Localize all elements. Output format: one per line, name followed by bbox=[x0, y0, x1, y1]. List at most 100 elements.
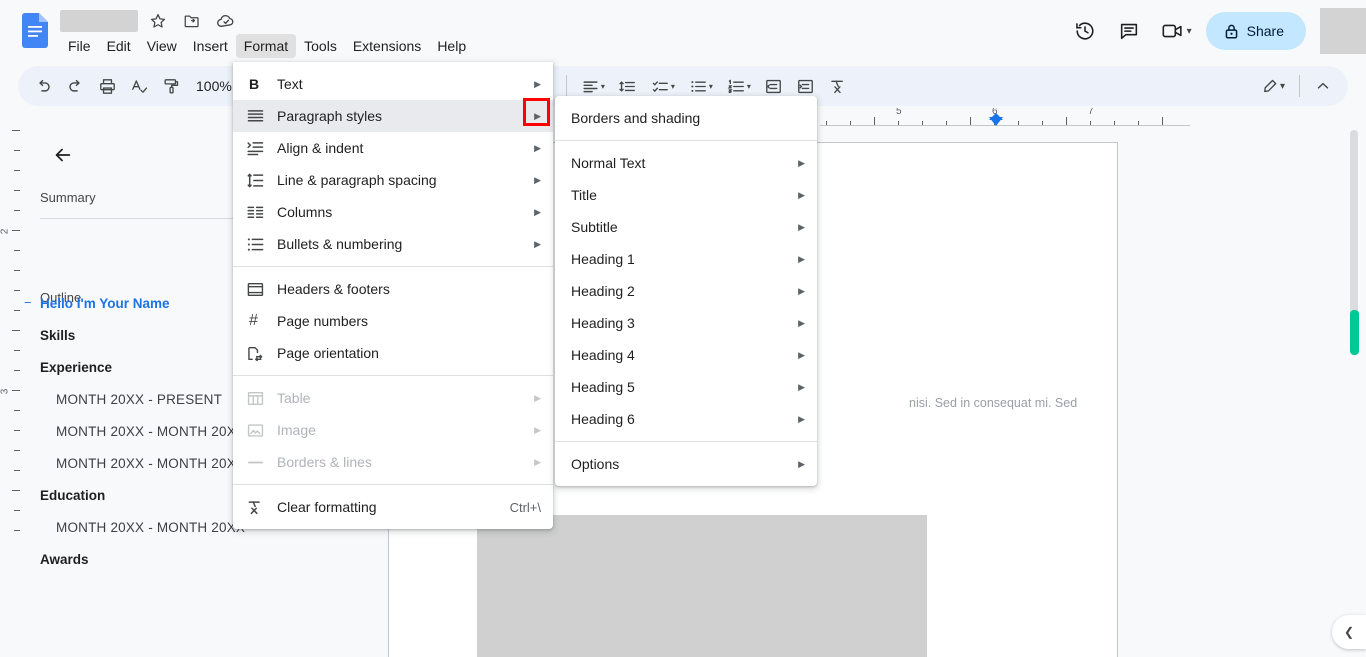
borders-lines-icon bbox=[247, 452, 269, 472]
format-menu-paragraph-styles-label: Paragraph styles bbox=[277, 108, 383, 124]
submenu-borders-and-shading[interactable]: Borders and shading bbox=[555, 102, 817, 134]
menu-help[interactable]: Help bbox=[429, 34, 474, 58]
outline-item-skills[interactable]: Skills bbox=[40, 328, 75, 343]
bullets-dropdown-caret[interactable]: ▾ bbox=[709, 82, 713, 91]
editing-mode-caret[interactable]: ▾ bbox=[1280, 81, 1285, 92]
submenu-arrow-icon: ▶ bbox=[798, 413, 805, 424]
format-menu-columns[interactable]: Columns ▶ bbox=[233, 196, 553, 228]
menu-tools[interactable]: Tools bbox=[296, 34, 345, 58]
submenu-options-label: Options bbox=[571, 456, 620, 472]
align-dropdown-caret[interactable]: ▾ bbox=[601, 82, 605, 91]
star-icon[interactable] bbox=[148, 11, 168, 31]
menu-view[interactable]: View bbox=[139, 34, 185, 58]
submenu-heading-5-label: Heading 5 bbox=[571, 379, 635, 395]
outline-item-awards[interactable]: Awards bbox=[40, 552, 89, 567]
format-menu-page-orientation[interactable]: Page orientation bbox=[233, 337, 553, 369]
format-menu-image: Image ▶ bbox=[233, 414, 553, 446]
share-button[interactable]: Share bbox=[1205, 12, 1306, 50]
submenu-heading-3-label: Heading 3 bbox=[571, 315, 635, 331]
format-menu-align-indent-label: Align & indent bbox=[277, 140, 364, 156]
document-body-text[interactable]: nisi. Sed in consequat mi. Sed bbox=[909, 396, 1077, 410]
scrollbar-thumb[interactable] bbox=[1350, 310, 1359, 355]
paragraph-styles-icon bbox=[247, 106, 269, 126]
version-history-icon[interactable] bbox=[1065, 11, 1105, 51]
collapse-panel-button[interactable]: ❮ bbox=[1332, 615, 1366, 649]
cloud-saved-icon[interactable] bbox=[216, 11, 236, 31]
outline-collapse-toggle[interactable]: − bbox=[24, 295, 32, 310]
submenu-heading-3[interactable]: Heading 3 ▶ bbox=[555, 307, 817, 339]
submenu-arrow-icon: ▶ bbox=[534, 142, 541, 153]
print-button[interactable] bbox=[92, 71, 122, 101]
format-menu-line-paragraph-spacing[interactable]: Line & paragraph spacing ▶ bbox=[233, 164, 553, 196]
back-arrow-icon[interactable] bbox=[48, 140, 78, 170]
submenu-arrow-icon: ▶ bbox=[534, 174, 541, 185]
outline-item-month-month-2[interactable]: MONTH 20XX - MONTH 20XX bbox=[56, 456, 245, 471]
format-menu-clear-formatting[interactable]: Clear formatting Ctrl+\ bbox=[233, 491, 553, 523]
menu-format[interactable]: Format bbox=[235, 34, 297, 58]
title-bar-icons bbox=[148, 11, 236, 31]
format-menu-divider-1 bbox=[233, 266, 553, 267]
submenu-arrow-icon: ▶ bbox=[798, 189, 805, 200]
vruler-number-2: 2 bbox=[0, 228, 11, 235]
redo-button[interactable] bbox=[60, 71, 90, 101]
submenu-arrow-icon: ▶ bbox=[798, 221, 805, 232]
format-menu-paragraph-styles[interactable]: Paragraph styles ▶ bbox=[233, 100, 553, 132]
undo-button[interactable] bbox=[28, 71, 58, 101]
spellcheck-button[interactable] bbox=[124, 71, 154, 101]
columns-icon bbox=[247, 202, 269, 222]
menu-file[interactable]: File bbox=[60, 34, 99, 58]
submenu-arrow-icon: ▶ bbox=[534, 456, 541, 467]
menu-extensions[interactable]: Extensions bbox=[345, 34, 429, 58]
editing-mode-button[interactable]: ▾ bbox=[1254, 71, 1291, 101]
format-menu-bullets-numbering[interactable]: Bullets & numbering ▶ bbox=[233, 228, 553, 260]
clear-formatting-icon[interactable] bbox=[823, 71, 853, 101]
document-title-input[interactable] bbox=[60, 10, 138, 32]
numbered-dropdown-caret[interactable]: ▾ bbox=[747, 82, 751, 91]
submenu-heading-5[interactable]: Heading 5 ▶ bbox=[555, 371, 817, 403]
vertical-ruler[interactable]: 2 3 bbox=[0, 130, 20, 657]
format-menu-text[interactable]: B Text ▶ bbox=[233, 68, 553, 100]
format-menu-page-numbers[interactable]: # Page numbers bbox=[233, 305, 553, 337]
outline-item-experience[interactable]: Experience bbox=[40, 360, 112, 375]
avatar[interactable] bbox=[1320, 8, 1366, 54]
top-bar: File Edit View Insert Format Tools Exten… bbox=[0, 0, 1366, 62]
menu-bar: File Edit View Insert Format Tools Exten… bbox=[60, 34, 474, 58]
submenu-heading-1[interactable]: Heading 1 ▶ bbox=[555, 243, 817, 275]
submenu-heading-2[interactable]: Heading 2 ▶ bbox=[555, 275, 817, 307]
menu-insert[interactable]: Insert bbox=[185, 34, 236, 58]
format-menu-headers-footers[interactable]: Headers & footers bbox=[233, 273, 553, 305]
meet-button[interactable]: ▾ bbox=[1153, 11, 1196, 51]
submenu-arrow-icon: ▶ bbox=[534, 78, 541, 89]
submenu-arrow-icon: ▶ bbox=[798, 253, 805, 264]
submenu-heading-4[interactable]: Heading 4 ▶ bbox=[555, 339, 817, 371]
submenu-normal-text[interactable]: Normal Text ▶ bbox=[555, 147, 817, 179]
paragraph-styles-submenu[interactable]: Borders and shading Normal Text ▶ Title … bbox=[555, 96, 817, 486]
paint-format-button[interactable] bbox=[156, 71, 186, 101]
outline-item-hello-im-your-name[interactable]: Hello I'm Your Name bbox=[40, 296, 170, 311]
toolbar-divider-3 bbox=[565, 75, 567, 97]
document-image-placeholder[interactable] bbox=[477, 515, 927, 657]
submenu-heading-6[interactable]: Heading 6 ▶ bbox=[555, 403, 817, 435]
top-right-actions: ▾ Share bbox=[1065, 8, 1366, 54]
submenu-options[interactable]: Options ▶ bbox=[555, 448, 817, 480]
collapse-toolbar-chevron-up-icon[interactable] bbox=[1308, 71, 1338, 101]
left-indent-marker[interactable] bbox=[989, 117, 1003, 126]
submenu-title[interactable]: Title ▶ bbox=[555, 179, 817, 211]
comment-icon[interactable] bbox=[1109, 11, 1149, 51]
submenu-divider-1 bbox=[555, 140, 817, 141]
outline-item-month-month-1[interactable]: MONTH 20XX - MONTH 20XX bbox=[56, 424, 245, 439]
format-dropdown-menu[interactable]: B Text ▶ Paragraph styles ▶ Align & inde… bbox=[233, 62, 553, 529]
vertical-scrollbar[interactable] bbox=[1348, 130, 1360, 657]
docs-logo-icon[interactable] bbox=[22, 13, 48, 48]
annotation-highlight-box bbox=[523, 98, 550, 126]
page-orientation-icon bbox=[247, 343, 269, 363]
outline-item-month-present[interactable]: MONTH 20XX - PRESENT bbox=[56, 392, 222, 407]
move-to-folder-icon[interactable] bbox=[182, 11, 202, 31]
format-menu-align-indent[interactable]: Align & indent ▶ bbox=[233, 132, 553, 164]
submenu-subtitle[interactable]: Subtitle ▶ bbox=[555, 211, 817, 243]
outline-item-education[interactable]: Education bbox=[40, 488, 105, 503]
outline-item-month-month-3[interactable]: MONTH 20XX - MONTH 20XX bbox=[56, 520, 245, 535]
checklist-dropdown-caret[interactable]: ▾ bbox=[671, 82, 675, 91]
menu-edit[interactable]: Edit bbox=[99, 34, 139, 58]
meet-dropdown-caret[interactable]: ▾ bbox=[1187, 26, 1192, 37]
